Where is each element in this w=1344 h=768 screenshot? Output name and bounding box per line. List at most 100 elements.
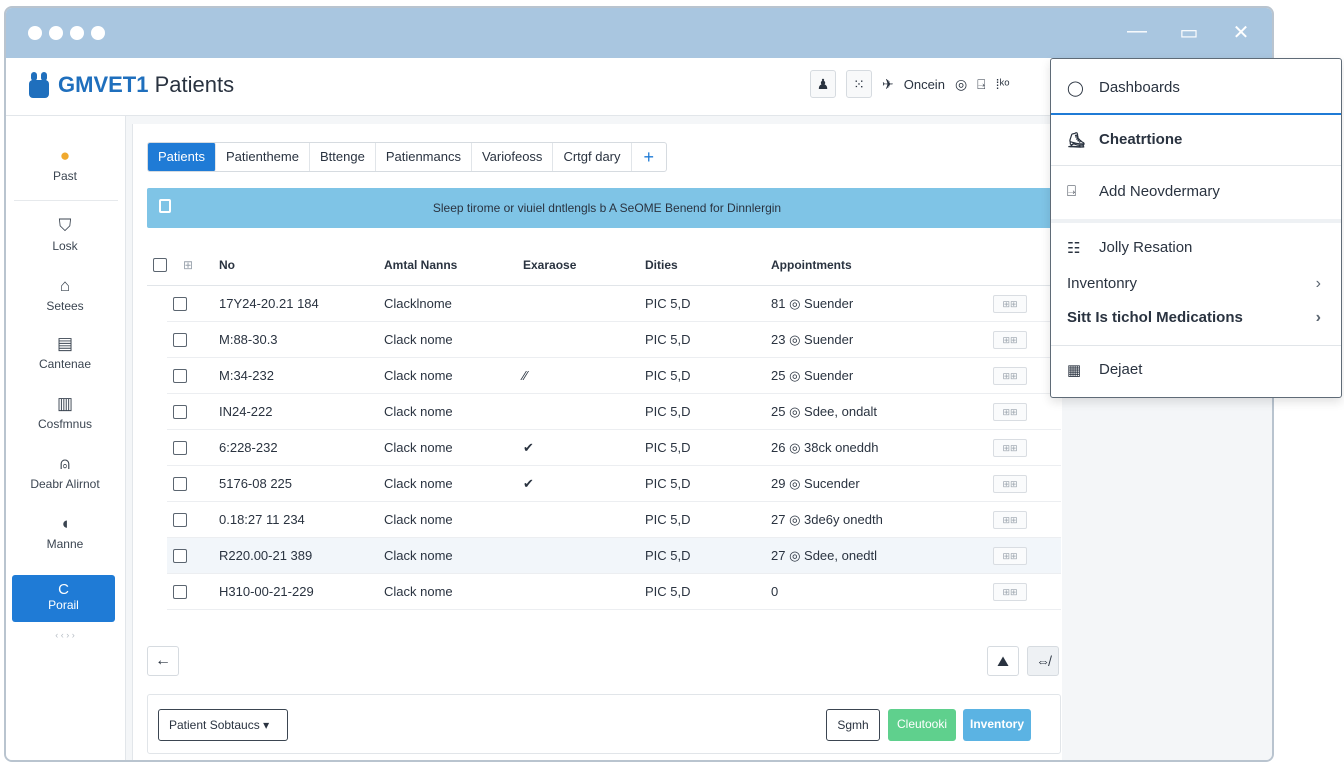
cell-name: Clack nome: [384, 404, 453, 419]
column-header-appointments[interactable]: Appointments: [771, 244, 852, 286]
row-checkbox[interactable]: [173, 405, 187, 419]
column-header-exaraose[interactable]: Exaraose: [523, 244, 576, 286]
select-all-checkbox[interactable]: [153, 258, 167, 272]
table-row[interactable]: M:34-232 Clack nome ⁄⁄ PIC 5,D 25 ◎ Suender ⊞…: [167, 358, 1061, 394]
app-logo[interactable]: GMVET1 Patients: [28, 72, 234, 98]
tab-patients[interactable]: Patients: [148, 143, 216, 171]
row-checkbox[interactable]: [173, 585, 187, 599]
window-dot[interactable]: [28, 26, 42, 40]
add-document-icon: ⍈: [1067, 183, 1077, 200]
maximize-icon[interactable]: ▭: [1178, 20, 1200, 45]
sidebar-item-cosfmnus[interactable]: ▥ Cosfmnus: [6, 394, 124, 431]
sidebar-item-label: Porail: [48, 598, 79, 612]
close-icon[interactable]: ✕: [1230, 20, 1252, 45]
bird-icon[interactable]: ✈: [882, 76, 894, 93]
cell-exaraose: ⁄⁄: [523, 368, 528, 383]
image-icon[interactable]: ⛰: [987, 646, 1019, 676]
window-dot[interactable]: [70, 26, 84, 40]
menu-divider: [1051, 345, 1341, 346]
row-checkbox[interactable]: [173, 369, 187, 383]
row-action-icon[interactable]: ⊞⊞: [993, 295, 1027, 313]
sidebar-item-porail[interactable]: C Porail: [12, 575, 115, 622]
table-row[interactable]: 0.18:27 11 234 Clack nome PIC 5,D 27 ◎ 3de6…: [167, 502, 1061, 538]
sidebar-collapse-hint[interactable]: ‹ ‹ › ›: [6, 630, 124, 640]
filter-icon[interactable]: ⇎: [1027, 646, 1059, 676]
menu-item-dashboards[interactable]: ◯ Dashboards: [1051, 79, 1341, 115]
menu-item-jolly-resation[interactable]: ☷ Jolly Resation: [1051, 239, 1341, 271]
target-icon[interactable]: ◎: [955, 76, 967, 93]
cell-name: Clack nome: [384, 584, 453, 599]
menu-item-dejaet[interactable]: ▦ Dejaet: [1051, 361, 1341, 393]
row-action-icon[interactable]: ⊞⊞: [993, 475, 1027, 493]
column-header-dities[interactable]: Dities: [645, 244, 678, 286]
table-row[interactable]: 17Y24-20.21 184 Clacklnome PIC 5,D 81 ◎ Sue…: [167, 286, 1061, 322]
sidebar-item-label: Losk: [52, 239, 78, 253]
table-row[interactable]: H310-00-21-229 Clack nome PIC 5,D 0 ⊞⊞: [167, 574, 1061, 610]
row-checkbox[interactable]: [173, 549, 187, 563]
row-action-icon[interactable]: ⊞⊞: [993, 583, 1027, 601]
row-checkbox[interactable]: [173, 441, 187, 455]
row-checkbox[interactable]: [173, 513, 187, 527]
menu-item-cheatrtione[interactable]: ⛸ Cheatrtione: [1051, 131, 1341, 167]
window-dot[interactable]: [91, 26, 105, 40]
menu-divider: [1051, 165, 1341, 166]
search-button[interactable]: Sgmh: [826, 709, 880, 741]
sidebar-item-past[interactable]: ● Past: [6, 146, 124, 183]
cell-name: Clack nome: [384, 512, 453, 527]
menu-item-add-neovdermary[interactable]: ⍈ Add Neovdermary: [1051, 183, 1341, 219]
banner-text: Sleep tirome or viuiel dntlengls b A SeO…: [432, 201, 782, 215]
tab-patientheme[interactable]: Patientheme: [216, 143, 310, 171]
more-icon[interactable]: ⁞ᵏᵒ: [996, 76, 1010, 92]
sidebar-item-cantenae[interactable]: ▤ Cantenae: [6, 334, 124, 371]
row-action-icon[interactable]: ⊞⊞: [993, 403, 1027, 421]
sidebar-item-setees[interactable]: ⌂ Setees: [6, 276, 124, 313]
tab-crtgf-dary[interactable]: Crtgf dary: [553, 143, 632, 171]
sidebar-item-losk[interactable]: ⛉ Losk: [6, 216, 124, 253]
header-link[interactable]: Oncein: [904, 77, 945, 92]
add-tab-button[interactable]: +: [632, 143, 667, 171]
row-action-icon[interactable]: ⊞⊞: [993, 511, 1027, 529]
patients-table: ⊞ No Amtal Nanns Exaraose Dities Appoint…: [147, 244, 1061, 610]
user-icon[interactable]: ♟: [810, 70, 836, 98]
row-action-icon[interactable]: ⊞⊞: [993, 367, 1027, 385]
cell-dities: PIC 5,D: [645, 296, 691, 311]
sidebar-item-label: Cantenae: [38, 357, 92, 371]
export-icon[interactable]: ⍈: [977, 76, 985, 93]
window-dot[interactable]: [49, 26, 63, 40]
row-checkbox[interactable]: [173, 297, 187, 311]
inventory-button[interactable]: Inventory: [963, 709, 1031, 741]
sidebar-item-manne[interactable]: ◖ Manne: [6, 514, 124, 551]
tab-patienmancs[interactable]: Patienmancs: [376, 143, 472, 171]
sidebar-item-deabr-alirnot[interactable]: ⍝ Deabr Alirnot: [6, 454, 124, 491]
cell-dities: PIC 5,D: [645, 584, 691, 599]
row-action-icon[interactable]: ⊞⊞: [993, 331, 1027, 349]
column-header-name[interactable]: Amtal Nanns: [384, 244, 457, 286]
column-settings-icon[interactable]: ⊞: [183, 244, 193, 286]
table-row[interactable]: 5176-08 225 Clack nome ✔ PIC 5,D 29 ◎ Sucend…: [167, 466, 1061, 502]
table-row[interactable]: 6:228-232 Clack nome ✔ PIC 5,D 26 ◎ 38ck one…: [167, 430, 1061, 466]
table-row[interactable]: IN24-222 Clack nome PIC 5,D 25 ◎ Sdee, onda…: [167, 394, 1061, 430]
menu-item-label: Dashboards: [1099, 79, 1180, 96]
row-checkbox[interactable]: [173, 477, 187, 491]
table-row[interactable]: R220.00-21 389 Clack nome PIC 5,D 27 ◎ Sdee…: [167, 538, 1061, 574]
cell-dities: PIC 5,D: [645, 332, 691, 347]
cell-name: Clack nome: [384, 368, 453, 383]
back-button[interactable]: ←: [147, 646, 179, 676]
row-action-icon[interactable]: ⊞⊞: [993, 547, 1027, 565]
tab-variofeoss[interactable]: Variofeoss: [472, 143, 554, 171]
cell-appointment: 27 ◎ 3de6y onedth: [771, 512, 883, 527]
grid-icon[interactable]: ⁙: [846, 70, 872, 98]
checkout-button[interactable]: Cleutooki: [888, 709, 956, 741]
tab-bttenge[interactable]: Bttenge: [310, 143, 376, 171]
menu-item-medications[interactable]: Sitt Is tichol Medications ›: [1051, 309, 1341, 339]
row-checkbox[interactable]: [173, 333, 187, 347]
table-row[interactable]: M:88-30.3 Clack nome PIC 5,D 23 ◎ Suender ⊞⊞: [167, 322, 1061, 358]
minimize-icon[interactable]: —: [1126, 20, 1148, 45]
row-action-icon[interactable]: ⊞⊞: [993, 439, 1027, 457]
app-title: GMVET1 Patients: [58, 72, 235, 97]
column-header-no[interactable]: No: [219, 244, 235, 286]
menu-item-inventonry[interactable]: Inventonry ›: [1051, 275, 1341, 305]
patient-status-select[interactable]: Patient Sobtaucs ▾: [158, 709, 288, 741]
paw-logo-icon: [28, 72, 50, 98]
cell-appointment: 0: [771, 584, 779, 599]
